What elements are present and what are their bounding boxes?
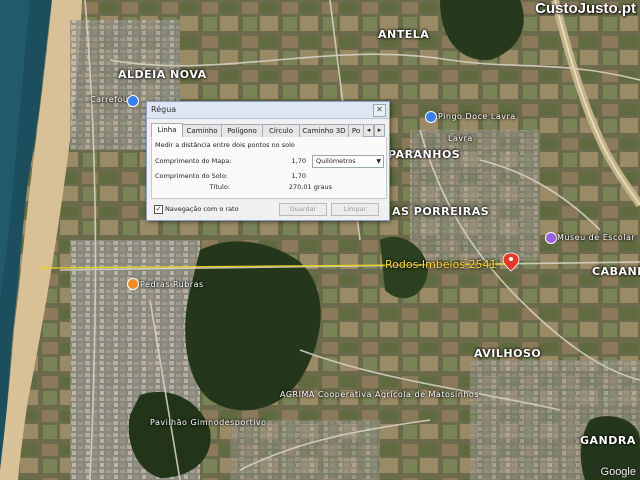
map-label-antela: ANTELA [378,28,430,41]
tab-path[interactable]: Caminho [182,124,222,137]
tab-line[interactable]: Linha [151,123,183,138]
map-label-cabanelas: CABANEL [592,265,640,278]
close-icon[interactable]: ✕ [373,104,386,117]
tab-circle[interactable]: Círculo [262,124,300,137]
map-label-pingo-doce: Pingo Doce Lavra [438,112,516,121]
map-label-pavilhao: Pavilhão Gimnodesportivo [150,418,267,427]
save-button[interactable]: Guardar [279,203,327,216]
measure-description: Medir a distância entre dois pontos no s… [155,141,295,149]
map-label-museu: Museu de Escolar [557,233,636,242]
map-label-porreiras: AS PORREIRAS [392,205,490,218]
map-length-label: Comprimento do Mapa: [155,157,232,165]
ruler-dialog: Régua ✕ Linha Caminho Polígono Círculo C… [146,101,390,221]
measure-line-label: Rodos Imbelos 2541 [385,258,497,271]
map-label-aldeia-nova: ALDEIA NOVA [118,68,207,81]
unit-select[interactable]: Quilómetros ▼ [312,155,384,168]
restaurant-poi-icon[interactable] [127,278,139,290]
map-label-avilhoso: AVILHOSO [474,347,542,360]
dialog-footer: ✓ Navegação com o rato Guardar Limpar [151,201,385,217]
tab-3d-polygon[interactable]: Po [348,124,364,137]
map-label-lavra: Lavra [448,134,473,143]
tab-3d-path[interactable]: Caminho 3D [299,124,349,137]
tab-polygon[interactable]: Polígono [221,124,263,137]
dialog-titlebar[interactable]: Régua ✕ [147,102,389,119]
store-poi-icon[interactable] [127,95,139,107]
tab-bar: Linha Caminho Polígono Círculo Caminho 3… [151,123,385,138]
chevron-down-icon: ▼ [376,158,381,165]
watermark-logo: CustoJusto.pt [535,0,636,17]
unit-select-value: Quilómetros [316,157,356,165]
map-label-carrefour: Carrefour [90,95,133,104]
ground-length-label: Comprimento do Solo: [155,172,228,180]
line-tab-panel: Medir a distância entre dois pontos no s… [151,137,387,199]
ground-length-value: 1,70 [291,172,306,180]
dialog-title: Régua [151,105,177,114]
satellite-map[interactable] [0,0,640,480]
tab-scroll-right-icon[interactable]: ▸ [374,124,385,137]
store-poi-icon[interactable] [425,111,437,123]
heading-label: Título: [209,183,230,191]
museum-poi-icon[interactable] [545,232,557,244]
map-label-agrima: AGRIMA Cooperativa Agrícola de Matosinho… [280,390,479,399]
map-label-paranhos: PARANHOS [388,148,461,161]
map-length-value: 1,70 [291,157,306,165]
tab-scroll-left-icon[interactable]: ◂ [363,124,374,137]
mouse-navigation-checkbox[interactable]: ✓ [154,205,163,214]
google-attribution: Google [600,466,636,478]
map-label-pedras-rubras: Pedras Rubras [140,280,204,289]
clear-button[interactable]: Limpar [331,203,379,216]
heading-value: 270,01 graus [288,183,332,191]
map-label-gandra: GANDRA [580,434,636,447]
mouse-navigation-label: Navegação com o rato [165,205,239,213]
